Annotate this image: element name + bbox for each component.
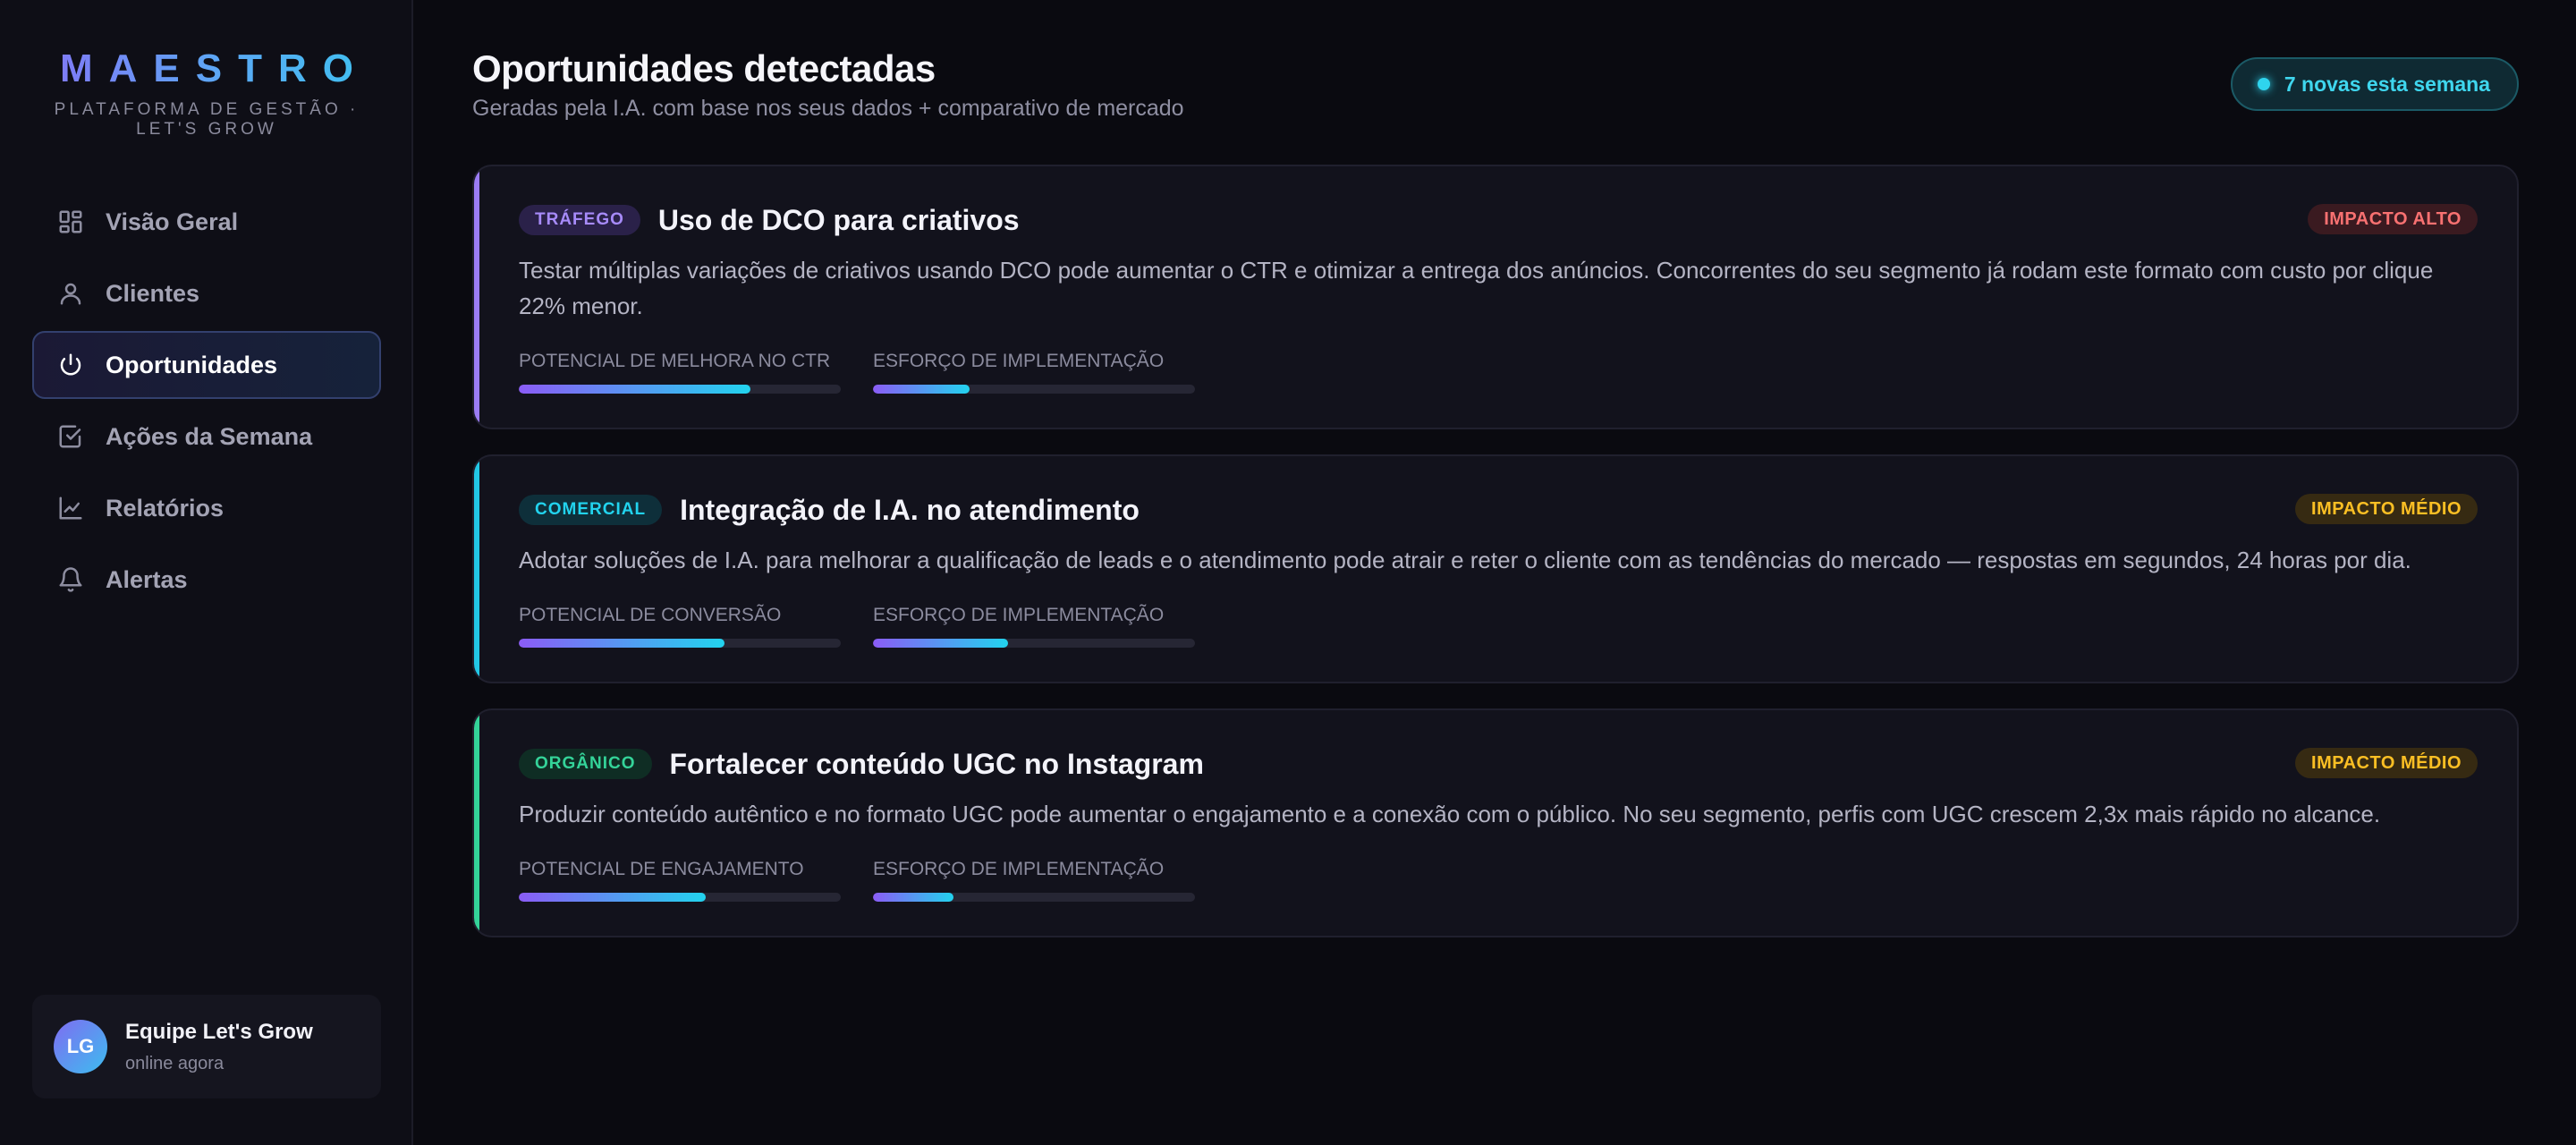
- power-icon: [57, 352, 84, 378]
- sidebar-item-oportunidades[interactable]: Oportunidades: [32, 331, 381, 399]
- metric: Esforço de implementação: [873, 351, 1195, 394]
- opportunity-card[interactable]: TRÁFEGO Uso de DCO para criativos IMPACT…: [472, 165, 2519, 429]
- metric-label: Esforço de implementação: [873, 859, 1165, 879]
- card-title: Fortalecer conteúdo UGC no Instagram: [669, 748, 1204, 780]
- sidebar-item-label: Oportunidades: [106, 351, 278, 378]
- metric: Esforço de implementação: [873, 605, 1195, 648]
- sidebar-item-label: Relatórios: [106, 494, 225, 522]
- avatar[interactable]: LG: [54, 1020, 107, 1073]
- progress-bar-fill: [519, 639, 725, 648]
- progress-bar-fill: [519, 385, 751, 394]
- metric-label: Potencial de conversão: [519, 605, 782, 625]
- metric-label: Potencial de melhora no CTR: [519, 351, 831, 371]
- badge-label: 7 novas esta semana: [2284, 72, 2490, 96]
- sidebar: MAESTRO PLATAFORMA DE GESTÃO · LET'S GRO…: [0, 0, 413, 1145]
- metric: Potencial de melhora no CTR: [519, 351, 841, 394]
- brand: MAESTRO PLATAFORMA DE GESTÃO · LET'S GRO…: [0, 45, 413, 140]
- metric: Potencial de engajamento: [519, 859, 841, 902]
- user-status: online agora: [125, 1054, 225, 1073]
- metric-label: Potencial de engajamento: [519, 859, 804, 879]
- user-icon: [57, 280, 84, 307]
- metric: Potencial de conversão: [519, 605, 841, 648]
- card-description: Adotar soluções de I.A. para melhorar a …: [519, 547, 2411, 573]
- progress-bar-fill: [873, 639, 1009, 648]
- progress-bar-fill: [519, 893, 706, 902]
- metric-label: Esforço de implementação: [873, 605, 1165, 625]
- metric-label: Esforço de implementação: [873, 351, 1165, 371]
- sidebar-item-clientes[interactable]: Clientes: [32, 259, 381, 327]
- page-subtitle: Geradas pela I.A. com base nos seus dado…: [472, 96, 1184, 121]
- sidebar-nav: Visão Geral Clientes Oportunidades Ações…: [32, 188, 381, 617]
- card-header: COMERCIAL Integração de I.A. no atendime…: [519, 492, 1140, 528]
- progress-bar: [519, 385, 841, 394]
- sidebar-item-relatorios[interactable]: Relatórios: [32, 474, 381, 542]
- sidebar-item-label: Clientes: [106, 279, 200, 307]
- user-name: Equipe Let's Grow: [125, 1020, 313, 1044]
- user-info: Equipe Let's Grow online agora: [125, 1019, 313, 1074]
- opportunity-card[interactable]: ORGÂNICO Fortalecer conteúdo UGC no Inst…: [472, 708, 2519, 937]
- dashboard-icon: [57, 208, 84, 235]
- sidebar-item-label: Alertas: [106, 565, 188, 593]
- card-metrics: Potencial de conversão Esforço de implem…: [519, 605, 1227, 648]
- category-tag: ORGÂNICO: [519, 749, 652, 779]
- bell-icon: [57, 566, 84, 593]
- metric: Esforço de implementação: [873, 859, 1195, 902]
- impact-badge: IMPACTO MÉDIO: [2295, 748, 2478, 778]
- progress-bar-fill: [873, 893, 953, 902]
- sidebar-item-alertas[interactable]: Alertas: [32, 546, 381, 614]
- card-description: Testar múltiplas variações de criativos …: [519, 257, 2434, 319]
- card-header: TRÁFEGO Uso de DCO para criativos: [519, 202, 1020, 238]
- card-header: ORGÂNICO Fortalecer conteúdo UGC no Inst…: [519, 746, 1204, 782]
- card-metrics: Potencial de melhora no CTR Esforço de i…: [519, 351, 1227, 394]
- progress-bar: [873, 385, 1195, 394]
- card-metrics: Potencial de engajamento Esforço de impl…: [519, 859, 1227, 902]
- status-dot-icon: [2257, 78, 2270, 90]
- sidebar-item-acoes-da-semana[interactable]: Ações da Semana: [32, 403, 381, 471]
- brand-logo[interactable]: MAESTRO: [0, 45, 413, 93]
- opportunity-card[interactable]: COMERCIAL Integração de I.A. no atendime…: [472, 454, 2519, 683]
- progress-bar: [519, 893, 841, 902]
- impact-badge: IMPACTO MÉDIO: [2295, 494, 2478, 524]
- user-card[interactable]: LG Equipe Let's Grow online agora: [32, 995, 381, 1098]
- card-description: Produzir conteúdo autêntico e no formato…: [519, 801, 2381, 827]
- impact-badge: IMPACTO ALTO: [2308, 204, 2478, 234]
- sidebar-item-visao-geral[interactable]: Visão Geral: [32, 188, 381, 256]
- chart-line-icon: [57, 495, 84, 522]
- sidebar-item-label: Ações da Semana: [106, 422, 313, 450]
- progress-bar-fill: [873, 385, 970, 394]
- progress-bar: [873, 893, 1195, 902]
- card-title: Integração de I.A. no atendimento: [680, 494, 1140, 526]
- progress-bar: [873, 639, 1195, 648]
- sidebar-item-label: Visão Geral: [106, 208, 239, 235]
- category-tag: COMERCIAL: [519, 495, 663, 525]
- brand-subtitle: PLATAFORMA DE GESTÃO · LET'S GROW: [54, 100, 360, 139]
- page-title: Oportunidades detectadas: [472, 47, 936, 89]
- card-title: Uso de DCO para criativos: [657, 204, 1020, 236]
- category-tag: TRÁFEGO: [519, 205, 640, 235]
- new-opportunities-badge[interactable]: 7 novas esta semana: [2230, 57, 2519, 111]
- checkbox-icon: [57, 423, 84, 450]
- progress-bar: [519, 639, 841, 648]
